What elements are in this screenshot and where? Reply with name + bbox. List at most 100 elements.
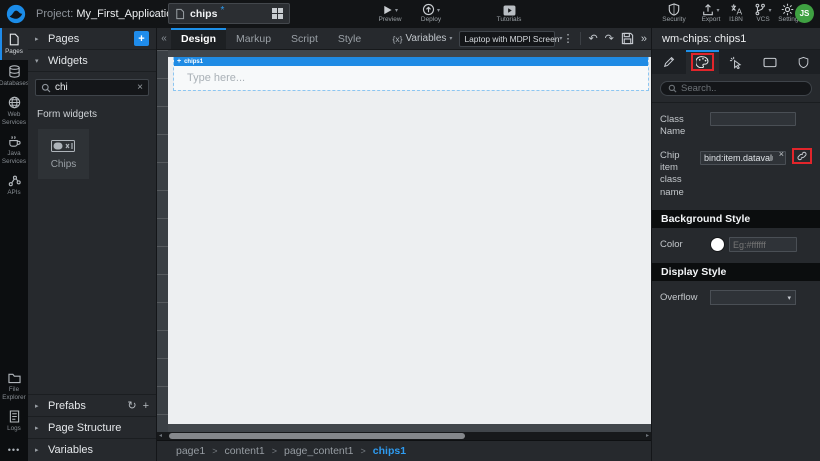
- device-select[interactable]: Laptop with MDPI Screen ▾: [459, 31, 555, 47]
- chevron-down-icon[interactable]: ▾: [395, 8, 398, 16]
- pages-section-header[interactable]: ▸ Pages +: [28, 28, 156, 50]
- annotation-red-box: [691, 53, 714, 71]
- wavemaker-logo-icon[interactable]: [6, 4, 26, 24]
- preview-button[interactable]: ▾ Preview: [372, 2, 408, 24]
- widgets-section-header[interactable]: ▾ Widgets: [28, 50, 156, 72]
- tab-markup[interactable]: Markup: [226, 28, 281, 49]
- rail-item-logs[interactable]: Logs: [0, 405, 28, 437]
- rail-item-databases[interactable]: Databases: [0, 60, 28, 92]
- bind-link-icon[interactable]: [797, 151, 807, 161]
- vertical-ruler: [157, 50, 168, 432]
- chevron-down-icon[interactable]: ▾: [437, 8, 440, 16]
- chevron-down-icon: ▾: [787, 294, 791, 302]
- element-breadcrumb: page1 > content1 > page_content1 > chips…: [157, 440, 651, 461]
- tab-style[interactable]: Style: [328, 28, 371, 49]
- expand-right-panel-button[interactable]: »: [641, 33, 647, 45]
- class-name-input[interactable]: [710, 112, 796, 126]
- collapsed-arrow-icon: ▸: [35, 402, 42, 410]
- scroll-right-icon[interactable]: ▸: [646, 432, 649, 440]
- left-rail: Pages Databases Web Services Java Servic…: [0, 28, 28, 461]
- rail-more-button[interactable]: •••: [0, 437, 28, 461]
- editor-toolbar: « Design Markup Script Style {x} Variabl…: [157, 28, 651, 50]
- project-label: Project:: [36, 8, 73, 20]
- widget-search-box[interactable]: ×: [35, 79, 149, 96]
- tab-device[interactable]: [753, 50, 787, 74]
- translate-icon: A: [730, 3, 743, 16]
- breadcrumb-chips1[interactable]: chips1: [373, 445, 406, 457]
- property-search-input[interactable]: [681, 83, 804, 94]
- page-file-icon: [175, 8, 185, 20]
- color-input[interactable]: [729, 237, 797, 252]
- clear-search-icon[interactable]: ×: [137, 82, 143, 93]
- git-branch-icon: [754, 3, 766, 16]
- chips-input[interactable]: Type here...: [174, 66, 648, 90]
- chips-widget-icon: [51, 139, 77, 153]
- gear-icon: [781, 3, 794, 16]
- property-search-box[interactable]: [660, 81, 812, 96]
- inspector-title: wm-chips: chips1: [652, 28, 820, 50]
- collapsed-arrow-icon: ▸: [35, 446, 42, 454]
- folder-icon: [8, 372, 21, 384]
- chevron-down-icon[interactable]: ▾: [716, 8, 719, 16]
- i18n-button[interactable]: A I18N: [722, 2, 750, 24]
- breadcrumb-page-content1[interactable]: page_content1: [284, 445, 353, 457]
- deploy-button[interactable]: ▾ Deploy: [412, 2, 450, 24]
- rail-item-apis[interactable]: APIs: [0, 169, 28, 201]
- tab-security[interactable]: [786, 50, 820, 74]
- open-page-tab[interactable]: chips *: [168, 3, 290, 24]
- widget-search-input[interactable]: [55, 82, 133, 93]
- project-name: My_First_Application: [76, 8, 178, 20]
- tab-design[interactable]: Design: [171, 28, 226, 49]
- prefabs-section-header[interactable]: ▸ Prefabs ↻ +: [28, 394, 156, 416]
- api-nodes-icon: [8, 174, 21, 187]
- cursor-click-icon: [729, 56, 742, 69]
- chips-widget-selection[interactable]: + chips1 Type here...: [173, 57, 649, 91]
- color-field-row: Color: [652, 228, 820, 252]
- redo-button[interactable]: ↷: [605, 32, 614, 45]
- refresh-icon[interactable]: ↻: [127, 399, 136, 412]
- rail-item-java-services[interactable]: Java Services: [0, 130, 28, 169]
- chip-item-class-field-row: Chip item class name ×: [652, 139, 820, 199]
- tab-styles[interactable]: [686, 50, 720, 74]
- grid-icon[interactable]: [272, 8, 283, 19]
- breadcrumb-content1[interactable]: content1: [224, 445, 264, 457]
- scroll-left-icon[interactable]: ◂: [159, 432, 162, 440]
- page-structure-section-header[interactable]: ▸ Page Structure: [28, 416, 156, 438]
- rail-item-pages[interactable]: Pages: [0, 28, 28, 60]
- top-bar: Project: My_First_Application › chips * …: [0, 0, 820, 28]
- collapse-left-panel-button[interactable]: «: [157, 28, 171, 49]
- more-options-button[interactable]: ⋮: [562, 32, 573, 45]
- properties-panel: wm-chips: chips1 Class Name Chip item cl…: [651, 28, 820, 461]
- scrollbar-thumb[interactable]: [169, 433, 465, 439]
- video-icon: [503, 5, 516, 16]
- rail-item-web-services[interactable]: Web Services: [0, 91, 28, 130]
- chips-widget-tile[interactable]: Chips: [38, 129, 89, 179]
- rail-item-file-explorer[interactable]: File Explorer: [0, 367, 28, 405]
- undo-button[interactable]: ↶: [588, 32, 597, 45]
- canvas-page[interactable]: + chips1 Type here...: [168, 57, 651, 424]
- coffee-cup-icon: [8, 135, 21, 148]
- tutorials-button[interactable]: Tutorials: [487, 2, 531, 24]
- widget-selection-bar[interactable]: + chips1: [174, 57, 648, 66]
- add-page-button[interactable]: +: [134, 31, 149, 46]
- security-button[interactable]: Security: [655, 2, 693, 24]
- database-icon: [8, 65, 21, 78]
- chip-item-class-label: Chip item class name: [660, 148, 696, 199]
- palette-icon: [696, 56, 709, 68]
- tab-script[interactable]: Script: [281, 28, 328, 49]
- save-button[interactable]: [621, 32, 634, 45]
- clear-binding-icon[interactable]: ×: [779, 149, 784, 159]
- move-icon[interactable]: +: [177, 58, 181, 65]
- user-avatar[interactable]: JS: [795, 4, 814, 23]
- overflow-select[interactable]: ▾: [710, 290, 796, 305]
- variables-section-header[interactable]: ▸ Variables: [28, 438, 156, 461]
- color-swatch[interactable]: [710, 237, 725, 252]
- breadcrumb-page1[interactable]: page1: [176, 445, 205, 457]
- variables-dropdown[interactable]: {x} Variables ▾: [393, 33, 453, 44]
- horizontal-scrollbar[interactable]: ◂ ▸: [157, 432, 651, 440]
- tab-events[interactable]: [719, 50, 753, 74]
- tab-markup-properties[interactable]: [652, 50, 686, 74]
- search-icon: [668, 84, 677, 93]
- chip-item-class-input[interactable]: [700, 151, 786, 165]
- add-prefab-button[interactable]: +: [143, 400, 149, 412]
